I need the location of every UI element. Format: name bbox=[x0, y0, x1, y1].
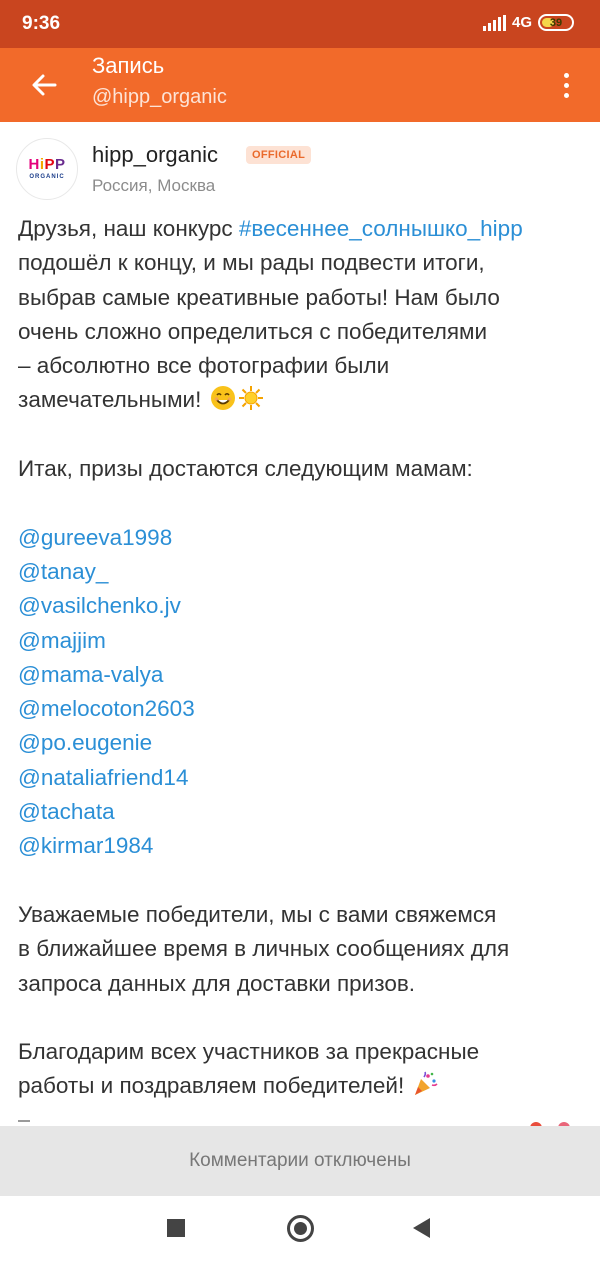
winner-link[interactable]: @vasilchenko.jv bbox=[18, 589, 588, 623]
battery-level: 39 bbox=[549, 16, 563, 29]
winner-link[interactable]: @gureeva1998 bbox=[18, 521, 588, 555]
arrow-left-icon bbox=[32, 74, 57, 96]
status-bar: 9:36 4G 39 bbox=[0, 0, 600, 48]
post-line: работы и поздравляем победителей! bbox=[18, 1069, 588, 1103]
post-text: Друзья, наш конкурс #весеннее_солнышко_h… bbox=[18, 212, 588, 1104]
post-line: замечательными! bbox=[18, 383, 588, 417]
party-popper-emoji bbox=[415, 1072, 439, 1096]
back-button[interactable] bbox=[20, 61, 68, 109]
network-type: 4G bbox=[511, 14, 532, 31]
comments-disabled-bar: Комментарии отключены bbox=[0, 1126, 600, 1196]
square-recents-icon[interactable] bbox=[167, 1219, 185, 1237]
post-line: – абсолютно все фотографии были bbox=[18, 353, 390, 379]
winner-link[interactable]: @tanay_ bbox=[18, 555, 588, 589]
page-subtitle: @hipp_organic bbox=[92, 86, 227, 108]
winner-link[interactable]: @majjim bbox=[18, 624, 588, 658]
winner-link[interactable]: @kirmar1984 bbox=[18, 829, 588, 863]
official-badge: OFFICIAL bbox=[246, 146, 312, 164]
hipp-logo: HiPP bbox=[28, 156, 66, 173]
winner-link[interactable]: @tachata bbox=[18, 795, 588, 829]
post-line: очень сложно определиться с победителями bbox=[18, 318, 488, 344]
post-line: подошёл к концу, и мы рады подвести итог… bbox=[18, 250, 485, 276]
post-line: Благодарим всех участников за прекрасные bbox=[18, 1039, 480, 1065]
prizes-line: Итак, призы достаются следующим мамам: bbox=[18, 456, 473, 482]
page-title: Запись bbox=[92, 53, 165, 78]
signal-icon bbox=[482, 14, 506, 31]
author-name[interactable]: hipp_organic bbox=[92, 142, 218, 168]
app-bar: Запись @hipp_organic bbox=[0, 48, 600, 122]
author-location: Россия, Москва bbox=[92, 176, 216, 195]
status-indicators: 4G 39 bbox=[482, 14, 574, 31]
battery-icon: 39 bbox=[538, 14, 574, 31]
sun-emoji bbox=[238, 386, 263, 411]
status-time: 9:36 bbox=[22, 13, 61, 34]
smiling-face-emoji bbox=[210, 386, 235, 411]
winner-link[interactable]: @nataliafriend14 bbox=[18, 761, 588, 795]
comments-disabled-label: Комментарии отключены bbox=[189, 1150, 411, 1171]
post-line: в ближайшее время в личных сообщениях дл… bbox=[18, 936, 510, 962]
more-vertical-icon bbox=[563, 72, 569, 78]
post-line: Уважаемые победители, мы с вами свяжемся bbox=[18, 901, 497, 927]
system-nav-bar bbox=[0, 1196, 600, 1266]
post-line: запроса данных для доставки призов. bbox=[18, 970, 416, 996]
winner-link[interactable]: @melocoton2603 bbox=[18, 692, 588, 726]
winner-link[interactable]: @po.eugenie bbox=[18, 726, 588, 760]
post-line: выбрав самые креативные работы! Нам было bbox=[18, 284, 500, 310]
post-line: Друзья, наш конкурс #весеннее_солнышко_h… bbox=[18, 216, 523, 241]
logo-subtext: ORGANIC bbox=[29, 174, 65, 180]
author-avatar[interactable]: HiPP ORGANIC bbox=[16, 138, 78, 200]
triangle-back-icon[interactable] bbox=[413, 1218, 430, 1238]
hashtag-link[interactable]: #весеннее_солнышко_hipp bbox=[239, 216, 523, 241]
more-options-button[interactable] bbox=[546, 62, 586, 108]
circle-home-icon[interactable] bbox=[287, 1215, 314, 1242]
winner-link[interactable]: @mama-valya bbox=[18, 658, 588, 692]
